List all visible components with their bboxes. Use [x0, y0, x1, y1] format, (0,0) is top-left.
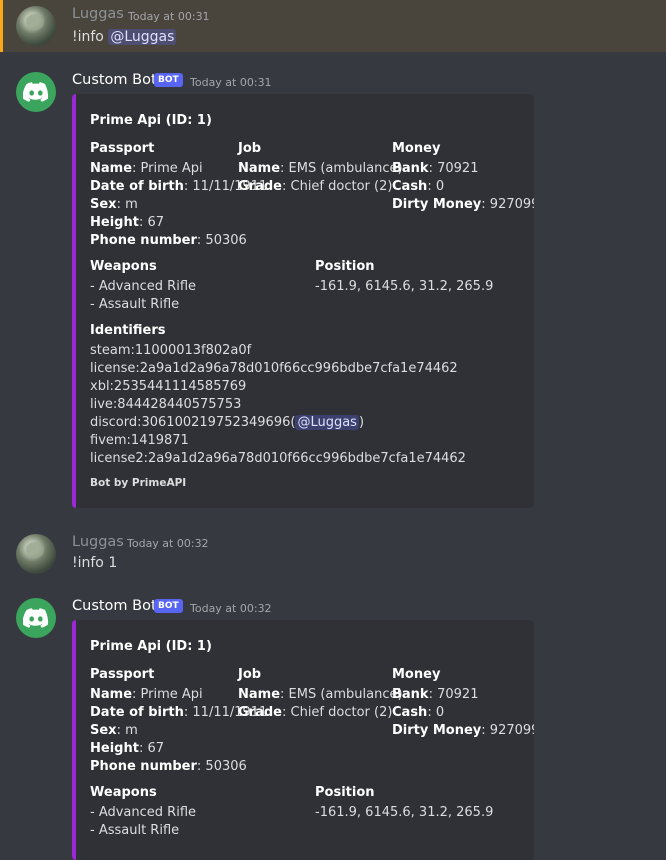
field-passport-name: Passport	[90, 141, 155, 156]
field-line: -161.9, 6145.6, 31.2, 265.9	[315, 279, 494, 294]
message-user-1: Luggas Today at 00:31 !info @Luggas	[0, 0, 666, 52]
field-money-name: Money	[392, 667, 441, 682]
field-weapons-name: Weapons	[90, 785, 157, 800]
message-content: !info @Luggas	[72, 29, 177, 45]
field-line: Name: Prime Api	[90, 161, 203, 176]
bot-avatar[interactable]	[16, 72, 56, 112]
identifier-fivem: fivem:1419871	[90, 433, 189, 448]
field-line: - Assault Rifle	[90, 823, 180, 838]
field-line: - Assault Rifle	[90, 297, 180, 312]
user-avatar[interactable]	[16, 534, 56, 574]
bot-badge: BOT	[154, 73, 183, 87]
message-user-2: Luggas Today at 00:32 !info 1	[0, 530, 666, 580]
author-name[interactable]: Luggas	[72, 6, 124, 22]
field-line: Grade: Chief doctor (2)	[238, 179, 393, 194]
field-position-name: Position	[315, 259, 375, 274]
timestamp: Today at 00:32	[190, 602, 272, 615]
field-line: -161.9, 6145.6, 31.2, 265.9	[315, 805, 494, 820]
identifier-license: license:2a9a1d2a96a78d010f66cc996bdbe7cf…	[90, 361, 458, 376]
bot-avatar[interactable]	[16, 598, 56, 638]
field-line: Phone number: 50306	[90, 759, 247, 774]
field-line: Cash: 0	[392, 179, 445, 194]
message-bot-1: Custom Bot BOT Today at 00:31 Prime Api …	[0, 64, 666, 514]
embed: Prime Api (ID: 1) Passport Name: Prime A…	[72, 620, 534, 860]
field-line: Phone number: 50306	[90, 233, 247, 248]
timestamp: Today at 00:32	[127, 537, 209, 550]
field-line: Bank: 70921	[392, 161, 479, 176]
embed-footer: Bot by PrimeAPI	[90, 477, 187, 489]
field-position-name: Position	[315, 785, 375, 800]
message-text: !info	[72, 29, 109, 45]
field-line: Bank: 70921	[392, 687, 479, 702]
timestamp: Today at 00:31	[128, 10, 210, 23]
field-line: Height: 67	[90, 741, 164, 756]
identifier-xbl: xbl:2535441114585769	[90, 379, 247, 394]
author-name[interactable]: Luggas	[72, 534, 124, 550]
field-line: Dirty Money: 927099	[392, 723, 534, 738]
field-identifiers-name: Identifiers	[90, 323, 166, 338]
field-line: Name: EMS (ambulance)	[238, 161, 403, 176]
field-job-name: Job	[238, 667, 262, 682]
field-line: Cash: 0	[392, 705, 445, 720]
field-passport-name: Passport	[90, 667, 155, 682]
author-name[interactable]: Custom Bot	[72, 72, 157, 88]
discord-logo-icon	[23, 608, 49, 628]
field-line: Name: Prime Api	[90, 687, 203, 702]
field-line: - Advanced Rifle	[90, 279, 196, 294]
field-line: Dirty Money: 927099	[392, 197, 534, 212]
identifier-live: live:844428440575753	[90, 397, 242, 412]
message-bot-2: Custom Bot BOT Today at 00:32 Prime Api …	[0, 590, 666, 860]
discord-logo-icon	[23, 82, 49, 102]
user-avatar[interactable]	[16, 6, 56, 46]
field-job-name: Job	[238, 141, 262, 156]
user-mention[interactable]: @Luggas	[108, 29, 177, 45]
field-line: Name: EMS (ambulance)	[238, 687, 403, 702]
user-mention[interactable]: @Luggas	[295, 415, 359, 430]
identifier-license2: license2:2a9a1d2a96a78d010f66cc996bdbe7c…	[90, 451, 466, 466]
embed-title: Prime Api (ID: 1)	[90, 639, 212, 654]
embed: Prime Api (ID: 1) Passport Name: Prime A…	[72, 94, 534, 508]
message-content: !info 1	[72, 555, 118, 571]
field-weapons-name: Weapons	[90, 259, 157, 274]
embed-title: Prime Api (ID: 1)	[90, 113, 212, 128]
identifier-steam: steam:11000013f802a0f	[90, 343, 252, 358]
field-money-name: Money	[392, 141, 441, 156]
bot-badge: BOT	[154, 599, 183, 613]
field-line: - Advanced Rifle	[90, 805, 196, 820]
field-line: Sex: m	[90, 197, 138, 212]
field-line: Sex: m	[90, 723, 138, 738]
field-line: Grade: Chief doctor (2)	[238, 705, 393, 720]
field-line: Height: 67	[90, 215, 164, 230]
identifier-discord: discord:306100219752349696(@Luggas)	[90, 415, 365, 430]
author-name[interactable]: Custom Bot	[72, 598, 157, 614]
timestamp: Today at 00:31	[190, 76, 272, 89]
